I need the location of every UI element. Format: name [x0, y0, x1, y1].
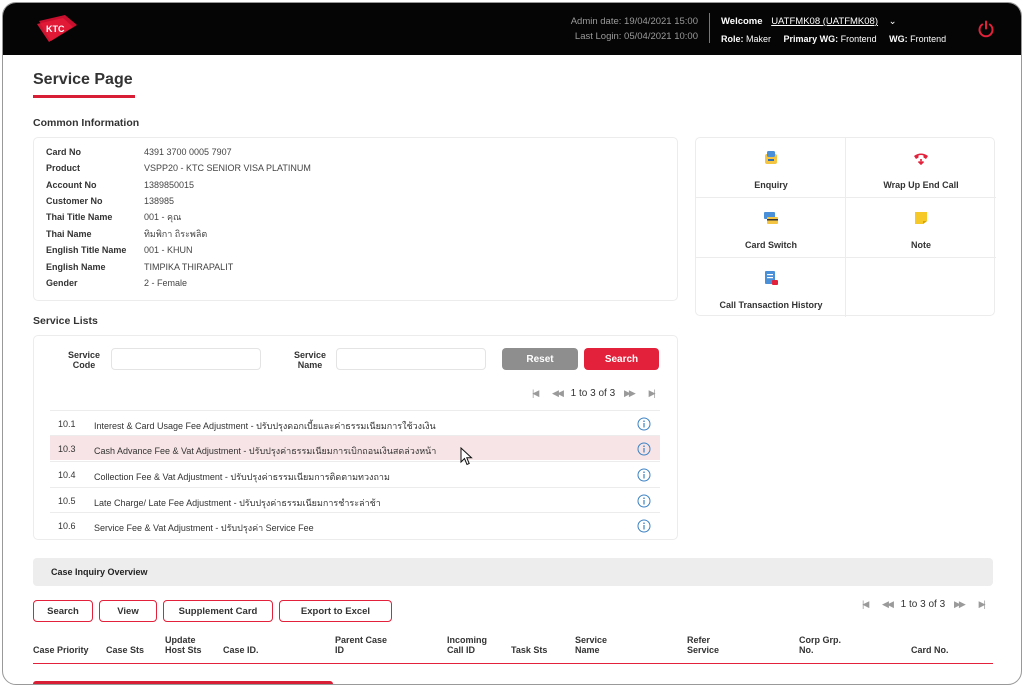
col-update-host-sts[interactable]: Update Host Sts — [165, 635, 202, 655]
title-underline — [33, 95, 135, 98]
table-header-divider — [33, 663, 993, 664]
admin-info: Admin date: 19/04/2021 15:00 Last Login:… — [571, 14, 698, 44]
case-search-button[interactable]: Search — [33, 600, 93, 622]
mouse-cursor-icon — [460, 447, 473, 466]
primary-wg-label: Primary WG: — [783, 34, 839, 44]
chevron-down-icon[interactable]: ⌄ — [889, 16, 897, 27]
export-to-excel-button[interactable]: Export to Excel — [279, 600, 392, 622]
prev-page-icon[interactable]: ◀◀ — [552, 388, 564, 398]
prev-page-icon[interactable]: ◀◀ — [882, 599, 894, 609]
role-value: Maker — [746, 34, 772, 44]
common-info-heading: Common Information — [33, 117, 140, 129]
service-lists-card: Service Code Service Name Reset Search |… — [33, 335, 678, 540]
service-row[interactable]: 10.4 Collection Fee & Vat Adjustment - ป… — [50, 461, 660, 486]
col-refer-service[interactable]: Refer Service — [687, 635, 719, 655]
history-icon — [765, 271, 778, 285]
col-corp-grp-no[interactable]: Corp Grp. No. — [799, 635, 841, 655]
header-divider — [709, 13, 710, 43]
info-icon[interactable] — [637, 417, 651, 431]
service-pager-text: 1 to 3 of 3 — [570, 388, 616, 399]
qa-card-switch[interactable]: Card Switch — [696, 198, 846, 257]
service-row[interactable]: 10.6 Service Fee & Vat Adjustment - ปรับ… — [50, 512, 660, 537]
last-login: Last Login: 05/04/2021 10:00 — [574, 31, 698, 42]
card-switch-icon — [764, 212, 778, 224]
welcome-menu[interactable]: Welcome UATFMK08 (UATFMK08) ⌄ — [721, 14, 897, 29]
service-name-label: Service Name — [293, 350, 327, 370]
service-pager: |◀ ◀◀ 1 to 3 of 3 ▶▶ ▶| — [526, 388, 660, 399]
info-icon[interactable] — [637, 494, 651, 508]
case-inquiry-header[interactable]: Case Inquiry Overview — [33, 558, 993, 586]
col-case-sts[interactable]: Case Sts — [106, 645, 144, 655]
col-service-name[interactable]: Service Name — [575, 635, 607, 655]
col-incoming-call-id[interactable]: Incoming Call ID — [447, 635, 487, 655]
role-label: Role: — [721, 34, 744, 44]
search-button[interactable]: Search — [584, 348, 659, 370]
case-pager: |◀ ◀◀ 1 to 3 of 3 ▶▶ ▶| — [856, 599, 990, 610]
col-case-priority[interactable]: Case Priority — [33, 645, 89, 655]
case-pager-text: 1 to 3 of 3 — [900, 599, 946, 610]
app-window: KTC Admin date: 19/04/2021 15:00 Last Lo… — [2, 2, 1022, 685]
col-parent-case-id[interactable]: Parent Case ID — [335, 635, 387, 655]
supplement-card-button[interactable]: Supplement Card — [163, 600, 273, 622]
service-row-selected[interactable]: 10.3 Cash Advance Fee & Vat Adjustment -… — [50, 435, 660, 460]
primary-wg-value: Frontend — [840, 34, 877, 44]
wg-value: Frontend — [910, 34, 947, 44]
horizontal-scrollbar[interactable] — [33, 681, 333, 684]
col-card-no[interactable]: Card No. — [911, 645, 949, 655]
wg-label: WG: — [889, 34, 908, 44]
svg-text:KTC: KTC — [46, 24, 65, 34]
last-page-icon[interactable]: ▶| — [649, 388, 656, 398]
admin-date: Admin date: 19/04/2021 15:00 — [570, 16, 698, 27]
service-code-input[interactable] — [111, 348, 261, 370]
first-page-icon[interactable]: |◀ — [532, 388, 539, 398]
info-icon[interactable] — [637, 442, 651, 456]
service-lists-heading: Service Lists — [33, 315, 98, 327]
role-info: Role: Maker Primary WG: Frontend WG: Fro… — [721, 33, 946, 45]
qa-wrap-up-end-call[interactable]: Wrap Up End Call — [846, 138, 996, 197]
top-bar: KTC Admin date: 19/04/2021 15:00 Last Lo… — [3, 3, 1021, 55]
col-case-id[interactable]: Case ID. — [223, 645, 259, 655]
page-title: Service Page — [33, 71, 133, 88]
next-page-icon[interactable]: ▶▶ — [954, 599, 966, 609]
service-row[interactable]: 10.5 Late Charge/ Late Fee Adjustment - … — [50, 487, 660, 512]
qa-note[interactable]: Note — [846, 198, 996, 257]
qa-call-transaction-history[interactable]: Call Transaction History — [696, 258, 846, 317]
case-inquiry-heading: Case Inquiry Overview — [51, 567, 148, 577]
phone-end-icon — [914, 153, 928, 166]
note-icon — [915, 212, 927, 224]
last-page-icon[interactable]: ▶| — [979, 599, 986, 609]
service-name-input[interactable] — [336, 348, 486, 370]
enquiry-icon — [765, 151, 777, 164]
power-icon[interactable] — [977, 20, 995, 38]
info-icon[interactable] — [637, 468, 651, 482]
info-icon[interactable] — [637, 519, 651, 533]
view-button[interactable]: View — [99, 600, 157, 622]
qa-enquiry[interactable]: Enquiry — [696, 138, 846, 197]
service-code-label: Service Code — [67, 350, 101, 370]
next-page-icon[interactable]: ▶▶ — [624, 388, 636, 398]
welcome-label: Welcome — [721, 16, 763, 27]
first-page-icon[interactable]: |◀ — [862, 599, 869, 609]
reset-button[interactable]: Reset — [502, 348, 578, 370]
service-row[interactable]: 10.1 Interest & Card Usage Fee Adjustmen… — [50, 410, 660, 435]
welcome-user[interactable]: UATFMK08 (UATFMK08) — [771, 16, 878, 27]
ktc-logo[interactable]: KTC — [35, 13, 79, 43]
quick-actions-panel: Enquiry Wrap Up End Call Card Switch Not… — [695, 137, 996, 317]
common-info-card: Card No 4391 3700 0005 7907 Product VSPP… — [33, 137, 678, 301]
col-task-sts[interactable]: Task Sts — [511, 645, 547, 655]
